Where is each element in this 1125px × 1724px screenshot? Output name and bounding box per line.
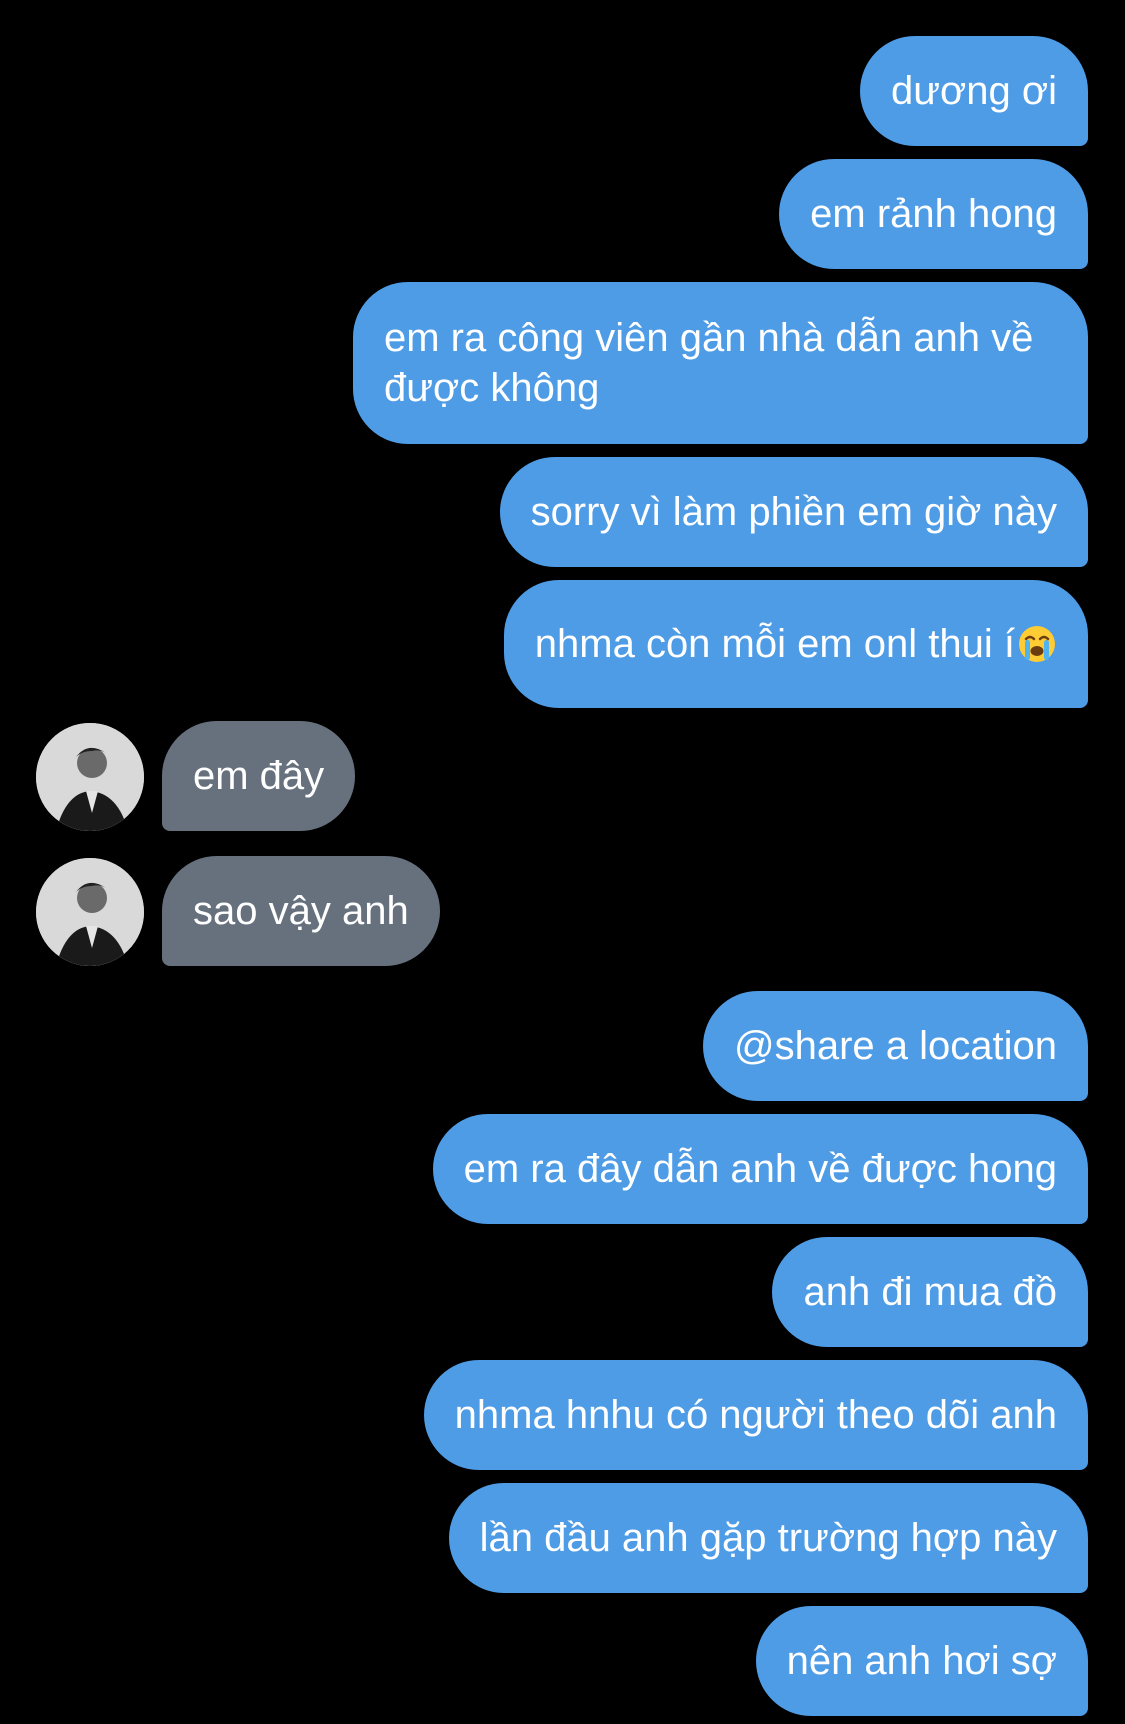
message-text: @share a location bbox=[733, 1024, 1057, 1068]
message-bubble-sent[interactable]: @share a location bbox=[702, 991, 1088, 1101]
message-text: sorry vì làm phiền em giờ này bbox=[530, 490, 1057, 534]
avatar[interactable] bbox=[36, 858, 144, 966]
message-text: anh đi mua đồ bbox=[803, 1270, 1057, 1314]
message-bubble-sent[interactable]: nhma còn mỗi em onl thui í bbox=[503, 580, 1088, 708]
message-text: dương ơi bbox=[891, 69, 1057, 113]
message-text: em rảnh hong bbox=[810, 192, 1057, 236]
message-text: em ra đây dẫn anh về được hong bbox=[463, 1147, 1057, 1191]
message-text: nhma hnhu có người theo dõi anh bbox=[454, 1393, 1057, 1437]
message-bubble-received[interactable]: em đây bbox=[162, 721, 356, 831]
message-bubble-sent[interactable]: sorry vì làm phiền em giờ này bbox=[499, 457, 1088, 567]
message-bubble-sent[interactable]: anh đi mua đồ bbox=[772, 1237, 1088, 1347]
message-bubble-sent[interactable]: em ra công viên gần nhà dẫn anh về được … bbox=[353, 282, 1088, 444]
message-text: nên anh hơi sợ bbox=[786, 1639, 1057, 1683]
message-text: em ra công viên gần nhà dẫn anh về được … bbox=[384, 316, 1034, 410]
message-bubble-sent[interactable]: lần đầu anh gặp trường hợp này bbox=[448, 1483, 1088, 1593]
message-bubble-sent[interactable]: em rảnh hong bbox=[779, 159, 1088, 269]
message-text: sao vậy anh bbox=[193, 889, 409, 933]
message-bubble-sent[interactable]: nhma hnhu có người theo dõi anh bbox=[423, 1360, 1088, 1470]
message-text: nhma còn mỗi em onl thui í bbox=[534, 622, 1015, 666]
profile-photo-icon bbox=[36, 858, 144, 966]
loudly-crying-face-icon bbox=[1019, 626, 1055, 662]
profile-photo-icon bbox=[36, 723, 144, 831]
message-bubble-sent[interactable]: dương ơi bbox=[860, 36, 1088, 146]
message-bubble-received[interactable]: sao vậy anh bbox=[162, 856, 440, 966]
message-bubble-sent[interactable]: nên anh hơi sợ bbox=[755, 1606, 1088, 1716]
message-text: em đây bbox=[193, 754, 325, 798]
message-text: lần đầu anh gặp trường hợp này bbox=[479, 1516, 1057, 1560]
avatar[interactable] bbox=[36, 723, 144, 831]
message-bubble-sent[interactable]: em ra đây dẫn anh về được hong bbox=[432, 1114, 1088, 1224]
